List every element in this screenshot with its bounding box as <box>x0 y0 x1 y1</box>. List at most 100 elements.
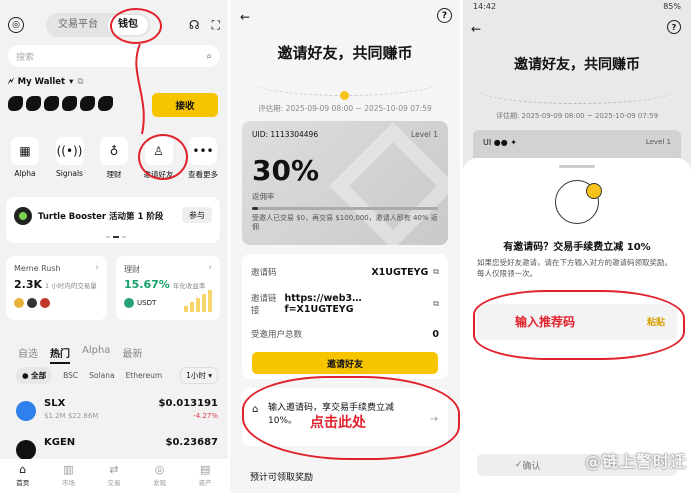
rebate-rate-label: 返佣率 <box>252 192 275 201</box>
wallet-icon: 🗲 <box>8 77 14 87</box>
card-title: 理财 <box>124 265 140 274</box>
chain-filter: ● 全部 BSC Solana Ethereum 1小时 ▾ <box>16 367 218 384</box>
quick-action-label: Alpha <box>14 169 36 178</box>
evaluation-period: 评估期: 2025-09-09 08:00 ~ 2025-10-09 07:59 <box>258 104 432 113</box>
help-icon[interactable]: ? <box>437 8 452 23</box>
quick-action-label: Signals <box>56 169 83 178</box>
wallet-selector[interactable]: 🗲 My Wallet ▾ ⧉ <box>8 77 83 87</box>
turtle-icon <box>14 207 32 225</box>
page-title: 邀请好友，共同赚币 <box>277 44 413 62</box>
receive-button[interactable]: 接收 <box>152 93 218 117</box>
annotation-circle <box>473 290 685 360</box>
user-id: UID: 1113304496 <box>252 130 319 139</box>
annotation-circle <box>138 134 188 180</box>
rebate-note: 受邀人已交易 $0，再交易 $100,000，邀请人即有 40% 返佣 <box>252 214 438 232</box>
status-time: 14:42 <box>473 2 497 11</box>
promo-banner[interactable]: Turtle Booster 活动第 1 阶段 参与 <box>6 197 220 243</box>
annotation-text: 点击此处 <box>310 415 366 431</box>
balance-redacted <box>8 96 113 112</box>
help-icon[interactable]: ? <box>667 20 681 34</box>
tab-alpha[interactable]: Alpha <box>82 345 110 364</box>
headset-icon[interactable]: ☊ <box>189 18 200 32</box>
invite-code-row: 邀请码 X1UGTEYG ⧉ <box>251 266 439 279</box>
invite-screen: ← ? 邀请好友，共同赚币 评估期: 2025-09-09 08:00 ~ 20… <box>230 0 460 493</box>
invite-link-label: 邀请链接 <box>251 294 277 316</box>
calendar-icon: ▦ <box>11 137 39 165</box>
search-input[interactable]: 搜索 ⌕ <box>8 45 220 67</box>
wallet-name: My Wallet <box>17 77 66 87</box>
chip-bsc[interactable]: BSC <box>63 371 78 380</box>
tab-hot[interactable]: 热门 <box>50 345 70 364</box>
quick-action-alpha[interactable]: ▦ Alpha <box>6 137 44 180</box>
invite-link-value: https://web3…f=X1UGTEYG <box>284 293 362 315</box>
invitees-value: 0 <box>432 328 439 340</box>
progress-bar <box>252 207 438 210</box>
quick-action-signals[interactable]: ((•)) Signals <box>51 137 89 180</box>
search-icon: ⌕ <box>206 50 212 62</box>
chip-solana[interactable]: Solana <box>89 371 114 380</box>
status-battery: 85% <box>663 2 681 11</box>
chevron-down-icon: ▾ <box>69 77 74 87</box>
level-label: Level 1 <box>645 138 671 146</box>
back-arrow-icon[interactable]: ← <box>471 22 481 36</box>
invite-code-label: 邀请码 <box>251 268 277 278</box>
wallet-icon: ▤ <box>199 463 211 476</box>
token-change: -4.27% <box>193 412 218 420</box>
quick-action-earn[interactable]: ♁ 理财 <box>95 137 133 180</box>
copy-icon[interactable]: ⧉ <box>433 299 439 309</box>
sheet-handle[interactable] <box>559 165 595 168</box>
estimated-rewards-label: 预计可领取奖励 <box>250 473 314 483</box>
back-arrow-icon[interactable]: ← <box>240 10 250 24</box>
nav-discover[interactable]: ◎ 发现 <box>145 463 175 493</box>
carousel-dots <box>106 236 126 238</box>
nav-home[interactable]: ⌂ 首页 <box>8 463 38 493</box>
coin-icons <box>14 298 50 308</box>
compass-icon: ◎ <box>154 463 165 476</box>
interval-select[interactable]: 1小时 ▾ <box>180 367 218 384</box>
invite-info-panel: 邀请码 X1UGTEYG ⧉ 邀请链接 https://web3…f=X1UGT… <box>242 254 448 379</box>
watermark-text: @链上警时迁 <box>584 452 687 471</box>
chip-ethereum[interactable]: Ethereum <box>126 371 163 380</box>
invite-friends-button[interactable]: 邀请好友 <box>252 352 438 374</box>
sheet-title: 有邀请码？交易手续费立减 10% <box>503 242 651 253</box>
progress-dot <box>340 91 349 100</box>
chevron-right-icon: › <box>95 263 99 273</box>
wallet-home-screen: ◎ 交易平台 钱包 ☊ ⛶ 搜索 ⌕ 🗲 My Wallet ▾ ⧉ 接收 ▦ … <box>0 0 228 493</box>
invite-code-value: X1UGTEYG <box>371 266 429 278</box>
quick-action-more[interactable]: ••• 查看更多 <box>184 137 222 180</box>
sheet-description: 如果您受好友邀请，请在下方输入对方的邀请码领取奖励。每人仅限领一次。 <box>477 258 672 278</box>
copy-icon[interactable]: ⧉ <box>433 267 439 277</box>
tab-exchange[interactable]: 交易平台 <box>48 15 108 35</box>
chevron-right-icon: › <box>208 263 212 273</box>
coupon-illustration-icon <box>555 180 602 224</box>
nav-assets[interactable]: ▤ 资产 <box>190 463 220 493</box>
annotation-circle <box>110 8 162 44</box>
copy-icon[interactable]: ⧉ <box>77 77 83 87</box>
moneybag-icon: ♁ <box>100 137 128 165</box>
token-row[interactable]: SLX $1.2M $22.86M $0.013191 -4.27% <box>16 398 218 428</box>
nav-trade[interactable]: ⇄ 交易 <box>99 463 129 493</box>
invite-link-row: 邀请链接 https://web3…f=X1UGTEYG ⧉ <box>251 292 439 316</box>
meme-rush-card[interactable]: Meme Rush › 2.3K 1 小时内的交易量 <box>6 256 107 320</box>
app-logo-icon[interactable]: ◎ <box>8 17 24 33</box>
tab-new[interactable]: 最新 <box>122 345 142 364</box>
usdt-icon <box>124 298 134 308</box>
tab-watchlist[interactable]: 自选 <box>18 345 38 364</box>
token-price: $0.23687 <box>165 437 218 448</box>
chip-all[interactable]: ● 全部 <box>16 367 53 384</box>
home-icon: ⌂ <box>19 463 27 476</box>
bars-graphic <box>184 290 212 312</box>
scan-icon[interactable]: ⛶ <box>212 18 220 33</box>
more-icon: ••• <box>189 137 217 165</box>
quick-action-label: 查看更多 <box>188 170 218 179</box>
earn-card[interactable]: 理财 › 15.67% 年化收益率 USDT <box>116 256 220 320</box>
timeline-arc <box>478 76 676 104</box>
nav-market[interactable]: ▥ 市场 <box>53 463 83 493</box>
progress-fill <box>252 207 258 210</box>
token-icon <box>16 440 36 460</box>
rebate-rate: 30% <box>252 154 320 187</box>
timeline-arc <box>250 66 440 100</box>
search-placeholder: 搜索 <box>16 52 35 63</box>
join-button[interactable]: 参与 <box>182 207 212 223</box>
card-value: 2.3K 1 小时内的交易量 <box>14 278 97 291</box>
